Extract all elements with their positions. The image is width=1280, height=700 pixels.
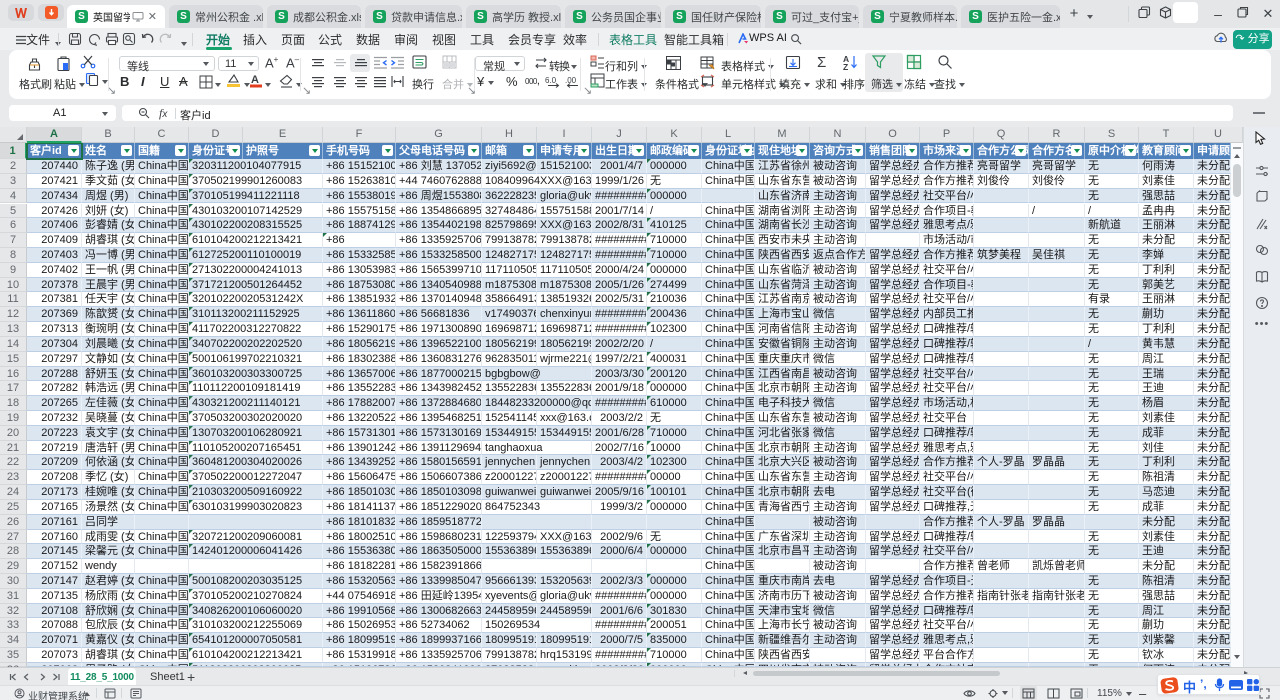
- svg-text:.00: .00: [565, 76, 577, 85]
- svg-text:6.0: 6.0: [545, 76, 557, 85]
- svg-text:A: A: [251, 74, 259, 86]
- svg-text:Z: Z: [843, 62, 848, 70]
- svg-text:Σ: Σ: [817, 54, 826, 70]
